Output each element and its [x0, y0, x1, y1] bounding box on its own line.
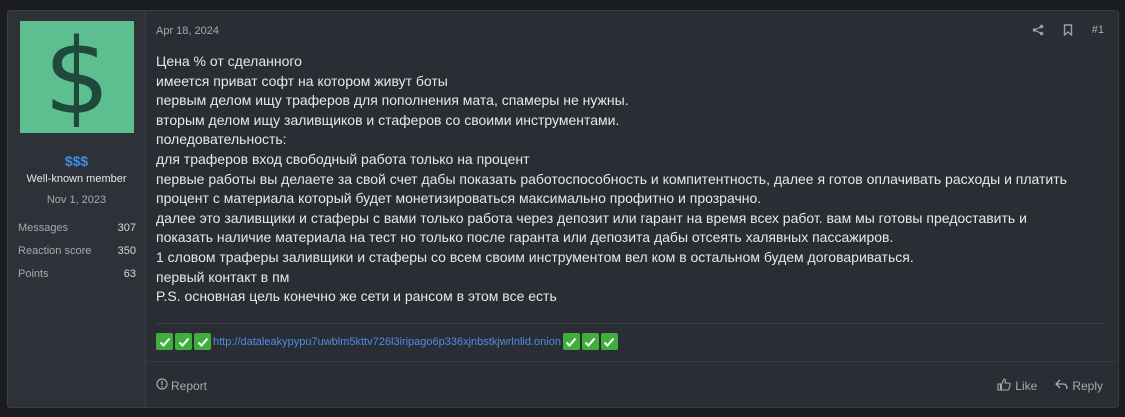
reply-label: Reply: [1072, 379, 1103, 393]
checkmark-icon: [175, 333, 192, 350]
username[interactable]: $$$: [8, 153, 145, 169]
post-line: далее это заливщики и стаферы с вами тол…: [156, 209, 1027, 226]
stat-value: 63: [123, 267, 136, 280]
like-label: Like: [1015, 379, 1038, 393]
like-button[interactable]: Like: [997, 378, 1037, 394]
signature-divider: [156, 323, 1103, 324]
checkmark-icon: [581, 333, 599, 350]
stat-label: Points: [18, 267, 49, 280]
user-sidebar: $ $$$ Well-known member Nov 1, 2023 Mess…: [8, 11, 146, 407]
user-title: Well-known member: [26, 173, 127, 185]
svg-text:$: $: [44, 27, 110, 127]
stat-label: Messages: [18, 221, 69, 234]
reply-icon: [1055, 379, 1068, 393]
reply-button[interactable]: Reply: [1055, 379, 1103, 393]
post-header-actions: #1: [1032, 24, 1104, 36]
post-line: Цена % от сделанного: [156, 53, 302, 69]
checkmark-icon: [194, 333, 211, 350]
share-icon[interactable]: [1032, 24, 1044, 36]
post-line: P.S. основная цель конечно же сети и ран…: [156, 288, 557, 305]
stat-points: Points 63: [18, 262, 136, 285]
user-stats: Messages 307 Reaction score 350 Points 6…: [8, 216, 145, 285]
post-date[interactable]: Apr 18, 2024: [156, 25, 219, 37]
onion-link[interactable]: http://dataleakypypu7uwblm5kttv726l3irip…: [213, 336, 561, 348]
stat-label: Reaction score: [18, 244, 92, 257]
stat-messages: Messages 307: [18, 216, 136, 239]
post-line: процент с материала который будет монети…: [156, 190, 762, 207]
report-button[interactable]: Report: [156, 378, 207, 393]
post-line: первый контакт в пм: [156, 268, 290, 285]
post-line: вторым делом ищу заливщиков и стаферов с…: [156, 111, 620, 128]
dollar-avatar-glyph: $: [44, 27, 110, 127]
join-date: Nov 1, 2023: [46, 194, 107, 206]
post-footer: Report Like Reply: [146, 361, 1118, 407]
avatar[interactable]: $: [20, 21, 134, 133]
post-line: поледовательность:: [156, 131, 287, 148]
checkmark-icon: [156, 333, 173, 350]
bookmark-icon[interactable]: [1062, 24, 1074, 36]
post-line: первые работы вы делаете за свой счет да…: [156, 170, 1067, 187]
report-icon: [156, 378, 168, 393]
post-number-link[interactable]: #1: [1092, 24, 1104, 36]
post-line: для траферов вход свободный работа тольк…: [156, 150, 530, 167]
checkmark-icon: [562, 333, 580, 350]
post-line: показать наличие материала на тест но то…: [156, 229, 894, 246]
signature-link-line: http://dataleakypypu7uwblm5kttv726l3irip…: [156, 333, 620, 350]
like-icon: [997, 378, 1011, 394]
checkmark-icon: [600, 333, 618, 350]
stat-value: 350: [117, 244, 136, 257]
footer-actions: Like Reply: [997, 378, 1103, 394]
stat-reaction-score: Reaction score 350: [18, 239, 136, 262]
forum-post: $ $$$ Well-known member Nov 1, 2023 Mess…: [7, 10, 1119, 408]
report-label: Report: [171, 378, 208, 393]
post-line: имеется приват софт на котором живут бот…: [156, 72, 448, 89]
post-line: первым делом ищу траферов для пополнения…: [156, 92, 629, 109]
post-body: Цена % от сделанного имеется приват софт…: [156, 52, 1103, 307]
stat-value: 307: [117, 221, 136, 234]
post-line: 1 словом траферы заливщики и стаферы со …: [156, 248, 914, 265]
post-main: Apr 18, 2024 #1 Цена % от сделанного име…: [146, 11, 1118, 407]
